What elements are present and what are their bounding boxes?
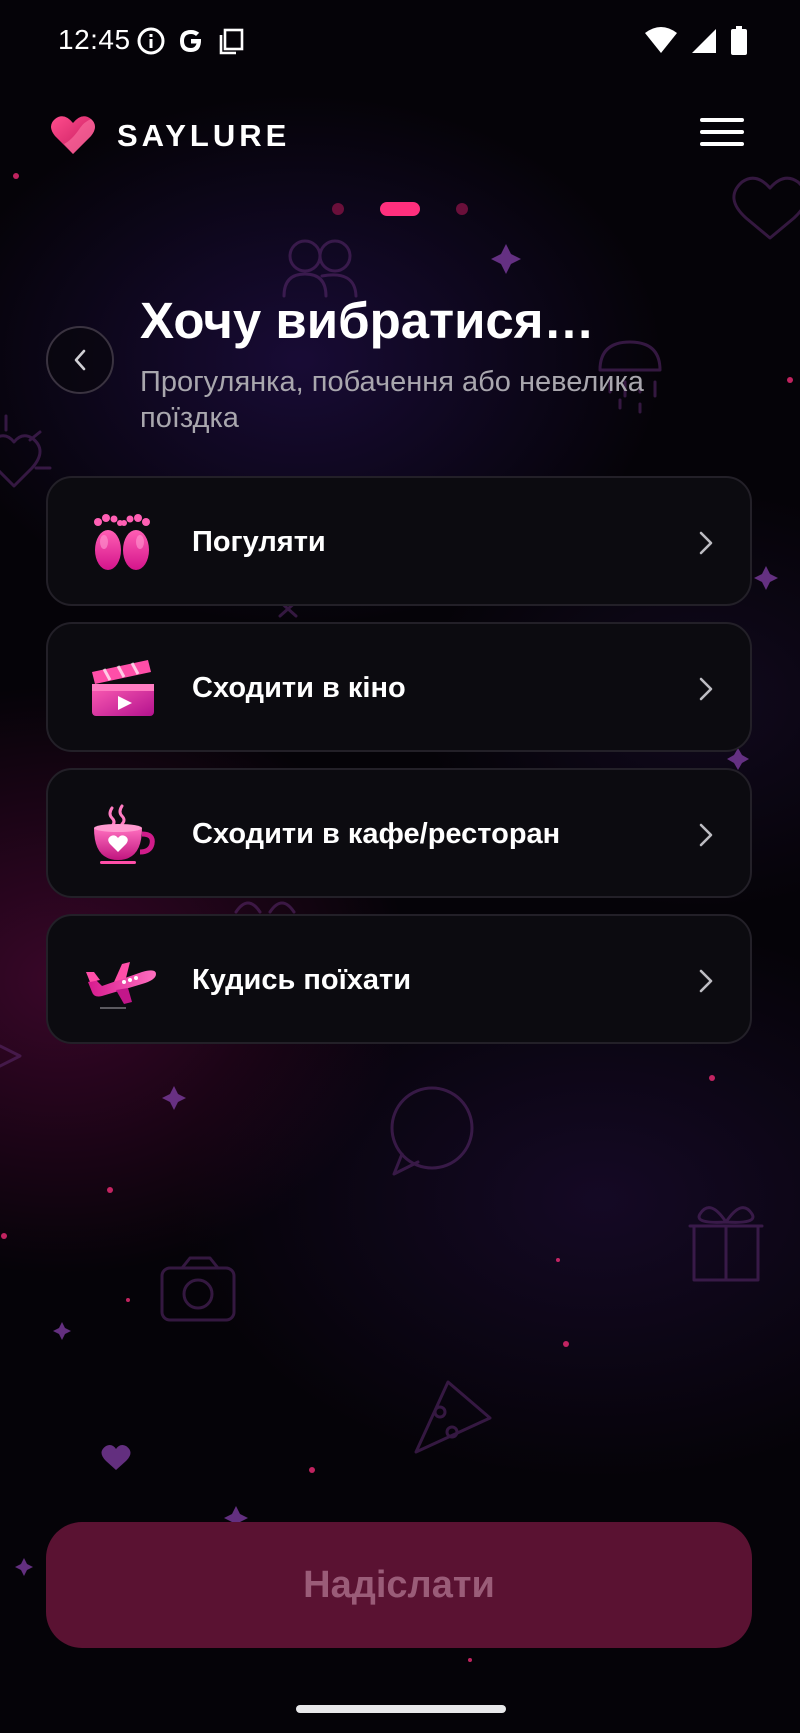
- hamburger-menu-icon[interactable]: [700, 118, 744, 152]
- screen: 12:45 SAYLURE Хочу вибратися… Прогулянка…: [0, 0, 800, 1733]
- option-walk[interactable]: Погуляти: [46, 476, 752, 606]
- heart-logo-icon: [51, 116, 95, 154]
- step-dot-active: [380, 202, 420, 216]
- info-icon: [137, 27, 165, 55]
- chevron-right-icon: [699, 823, 713, 847]
- airplane-icon: [86, 962, 156, 1009]
- option-label: Погуляти: [192, 526, 326, 558]
- page-title: Хочу вибратися…: [140, 292, 595, 349]
- options-list: Погуляти Сходити в кіно Сходити в кафе/р…: [46, 476, 752, 1060]
- status-bar: 12:45: [0, 0, 800, 80]
- option-label: Сходити в кіно: [192, 672, 406, 704]
- footprints-icon: [94, 514, 150, 570]
- signal-icon: [692, 29, 716, 53]
- battery-icon: [731, 26, 747, 55]
- option-cinema[interactable]: Сходити в кіно: [46, 622, 752, 752]
- chevron-right-icon: [699, 677, 713, 701]
- page-subtitle: Прогулянка, побачення або невелика поїзд…: [140, 366, 644, 434]
- coffee-cup-icon: [94, 804, 155, 864]
- home-indicator[interactable]: [296, 1705, 506, 1713]
- option-cafe[interactable]: Сходити в кафе/ресторан: [46, 768, 752, 898]
- option-label: Кудись поїхати: [192, 964, 412, 996]
- chevron-right-icon: [699, 969, 713, 993]
- google-icon: [180, 30, 202, 52]
- app-header: SAYLURE: [0, 100, 800, 170]
- chevron-left-icon: [74, 349, 86, 371]
- wifi-icon: [645, 27, 677, 53]
- chevron-right-icon: [699, 531, 713, 555]
- clapperboard-icon: [92, 660, 154, 716]
- app-name: SAYLURE: [117, 118, 291, 153]
- option-travel[interactable]: Кудись поїхати: [46, 914, 752, 1044]
- step-indicator: [0, 202, 800, 216]
- back-button[interactable]: [46, 326, 114, 394]
- status-icons-left: [136, 24, 246, 58]
- copy-icon: [219, 28, 244, 55]
- status-icons-right: [644, 24, 748, 58]
- step-dot: [456, 203, 468, 215]
- option-label: Сходити в кафе/ресторан: [192, 818, 561, 850]
- step-dot: [332, 203, 344, 215]
- submit-button[interactable]: Надіслати: [46, 1522, 752, 1648]
- status-time: 12:45: [58, 24, 131, 55]
